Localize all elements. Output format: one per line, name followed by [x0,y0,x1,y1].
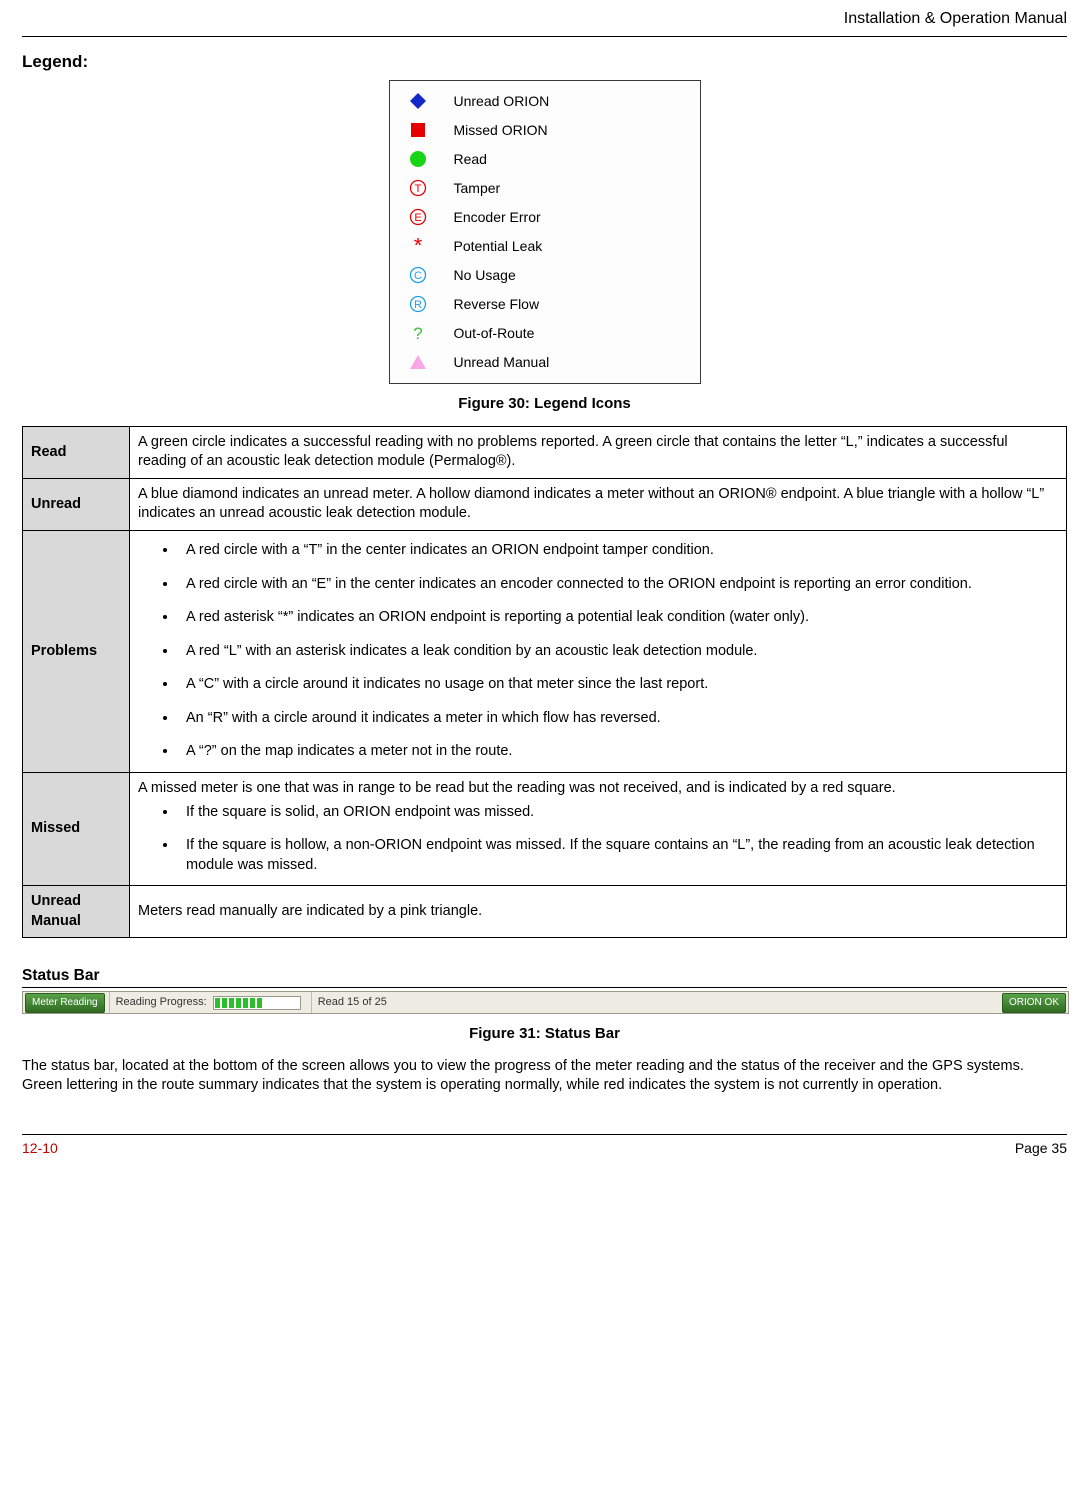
legend-row: * Potential Leak [400,232,690,261]
table-row: Unread A blue diamond indicates an unrea… [23,478,1067,530]
legend-definitions-table: Read A green circle indicates a successf… [22,426,1067,939]
reverse-r-icon: R [400,295,436,313]
status-bar-heading: Status Bar [22,966,1067,988]
no-usage-c-icon: C [400,266,436,284]
legend-row: Read [400,145,690,174]
legend-row: ? Out-of-Route [400,319,690,348]
figure-30-caption: Figure 30: Legend Icons [22,394,1067,414]
list-item: A red circle with a “T” in the center in… [178,541,1058,561]
legend-label: Unread Manual [436,353,550,372]
legend-label: Read [436,150,487,169]
row-label: Unread Manual [23,886,130,938]
page-footer: 12-10 Page 35 [22,1134,1067,1158]
legend-row: R Reverse Flow [400,290,690,319]
legend-label: Out-of-Route [436,324,535,343]
legend-row: Unread Manual [400,348,690,377]
question-icon: ? [400,324,436,342]
progress-label: Reading Progress: [116,995,207,1010]
row-label: Read [23,426,130,478]
blue-diamond-icon [400,92,436,110]
legend-label: No Usage [436,266,516,285]
legend-label: Reverse Flow [436,295,540,314]
footer-left: 12-10 [22,1139,58,1158]
legend-label: Missed ORION [436,121,548,140]
list-item: A red “L” with an asterisk indicates a l… [178,642,1058,662]
legend-label: Tamper [436,179,501,198]
encoder-e-icon: E [400,208,436,226]
table-row: Missed A missed meter is one that was in… [23,772,1067,885]
legend-heading: Legend: [22,51,1067,74]
row-desc: A missed meter is one that was in range … [130,772,1067,885]
separator-icon [109,992,112,1013]
page-header: Installation & Operation Manual [22,0,1067,37]
row-desc: Meters read manually are indicated by a … [130,886,1067,938]
legend-label: Unread ORION [436,92,550,111]
list-item: An “R” with a circle around it indicates… [178,709,1058,729]
list-item: A “C” with a circle around it indicates … [178,675,1058,695]
legend-figure: Unread ORION Missed ORION Read T Tamper … [22,80,1067,384]
list-item: If the square is hollow, a non-ORION end… [178,836,1058,875]
svg-text:T: T [414,183,421,195]
svg-text:?: ? [413,324,422,342]
asterisk-icon: * [400,238,436,254]
row-desc: A red circle with a “T” in the center in… [130,531,1067,773]
legend-row: Unread ORION [400,87,690,116]
legend-label: Encoder Error [436,208,541,227]
svg-text:R: R [414,299,422,311]
meter-reading-chip: Meter Reading [25,993,105,1013]
legend-box: Unread ORION Missed ORION Read T Tamper … [389,80,701,384]
svg-text:C: C [414,270,422,282]
progress-bar [213,996,301,1010]
red-square-icon [400,122,436,138]
pink-triangle-icon [400,354,436,370]
legend-label: Potential Leak [436,237,543,256]
status-bar-paragraph: The status bar, located at the bottom of… [22,1057,1067,1096]
row-desc: A green circle indicates a successful re… [130,426,1067,478]
row-label: Missed [23,772,130,885]
row-desc: A blue diamond indicates an unread meter… [130,478,1067,530]
separator-icon [311,992,314,1013]
legend-row: T Tamper [400,174,690,203]
green-circle-icon [400,150,436,168]
tamper-t-icon: T [400,179,436,197]
list-item: If the square is solid, an ORION endpoin… [178,803,1058,823]
progress-text: Read 15 of 25 [318,995,387,1010]
list-item: A red asterisk “*” indicates an ORION en… [178,608,1058,628]
table-row: Read A green circle indicates a successf… [23,426,1067,478]
row-label: Unread [23,478,130,530]
table-row: Unread Manual Meters read manually are i… [23,886,1067,938]
footer-right: Page 35 [1015,1139,1067,1158]
status-bar: Meter Reading Reading Progress: Read 15 … [22,991,1069,1014]
legend-row: Missed ORION [400,116,690,145]
row-label: Problems [23,531,130,773]
manual-title: Installation & Operation Manual [844,10,1067,27]
list-item: A “?” on the map indicates a meter not i… [178,742,1058,762]
svg-text:E: E [414,212,421,224]
list-item: A red circle with an “E” in the center i… [178,575,1058,595]
figure-31-caption: Figure 31: Status Bar [22,1024,1067,1044]
legend-row: C No Usage [400,261,690,290]
svg-text:*: * [413,238,422,254]
table-row: Problems A red circle with a “T” in the … [23,531,1067,773]
legend-row: E Encoder Error [400,203,690,232]
row-intro: A missed meter is one that was in range … [138,780,896,796]
orion-ok-chip: ORION OK [1002,993,1066,1013]
